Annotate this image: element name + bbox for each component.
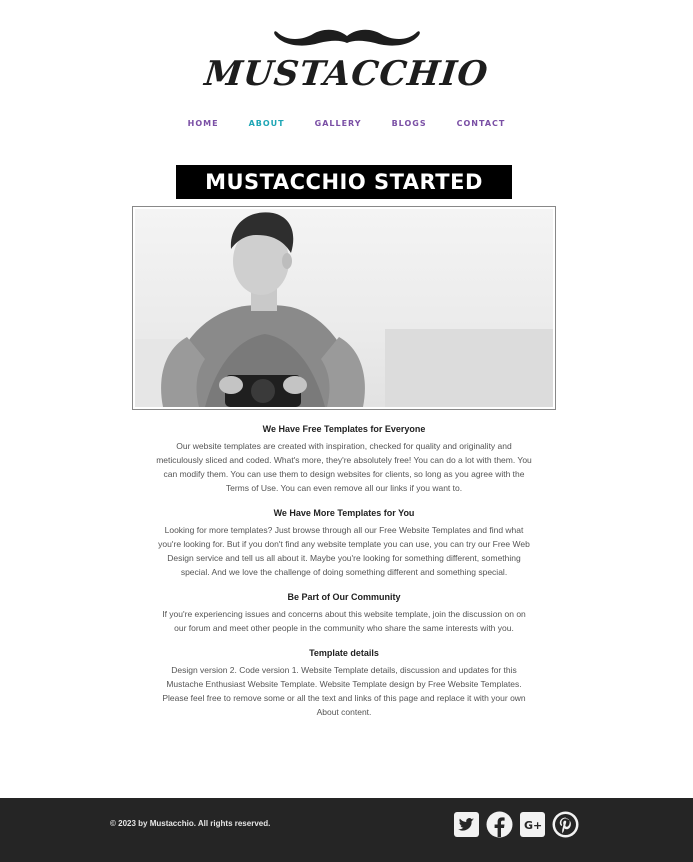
content-section: We Have More Templates for You Looking f… bbox=[156, 508, 532, 579]
svg-text:G+: G+ bbox=[524, 819, 542, 832]
main-nav: Home About Gallery Blogs Contact bbox=[0, 119, 693, 128]
about-photo bbox=[132, 206, 556, 410]
google-plus-icon[interactable]: G+ bbox=[519, 811, 546, 838]
content-section: We Have Free Templates for Everyone Our … bbox=[156, 424, 532, 495]
social-links: G+ bbox=[453, 811, 579, 838]
pinterest-icon[interactable] bbox=[552, 811, 579, 838]
page: MUSTACCHIO Home About Gallery Blogs Cont… bbox=[0, 0, 693, 862]
nav-item-gallery[interactable]: Gallery bbox=[315, 119, 362, 128]
section-heading: We Have Free Templates for Everyone bbox=[262, 424, 426, 434]
section-heading: We Have More Templates for You bbox=[273, 508, 415, 518]
page-title: MUSTACCHIO STARTED bbox=[176, 165, 512, 199]
section-body: If you're experiencing issues and concer… bbox=[162, 609, 526, 633]
section-body: Design version 2. Code version 1. Websit… bbox=[162, 665, 526, 717]
site-logo[interactable]: MUSTACCHIO bbox=[0, 26, 693, 94]
photo-illustration bbox=[135, 209, 553, 407]
facebook-icon[interactable] bbox=[486, 811, 513, 838]
footer: © 2023 by Mustacchio. All rights reserve… bbox=[0, 798, 693, 862]
content-section: Be Part of Our Community If you're exper… bbox=[156, 592, 532, 635]
mustache-icon bbox=[273, 29, 420, 46]
nav-item-blogs[interactable]: Blogs bbox=[392, 119, 427, 128]
section-heading: Template details bbox=[309, 648, 379, 658]
copyright-text: © 2023 by Mustacchio. All rights reserve… bbox=[110, 819, 271, 828]
content-section: Template details Design version 2. Code … bbox=[156, 648, 532, 719]
section-body: Our website templates are created with i… bbox=[156, 441, 532, 493]
nav-item-about[interactable]: About bbox=[249, 119, 285, 128]
nav-item-contact[interactable]: Contact bbox=[457, 119, 506, 128]
section-heading: Be Part of Our Community bbox=[287, 592, 401, 602]
section-body: Looking for more templates? Just browse … bbox=[158, 525, 530, 577]
logo-text: MUSTACCHIO bbox=[202, 54, 491, 94]
about-content: We Have Free Templates for Everyone Our … bbox=[156, 424, 532, 732]
twitter-icon[interactable] bbox=[453, 811, 480, 838]
nav-item-home[interactable]: Home bbox=[188, 119, 219, 128]
